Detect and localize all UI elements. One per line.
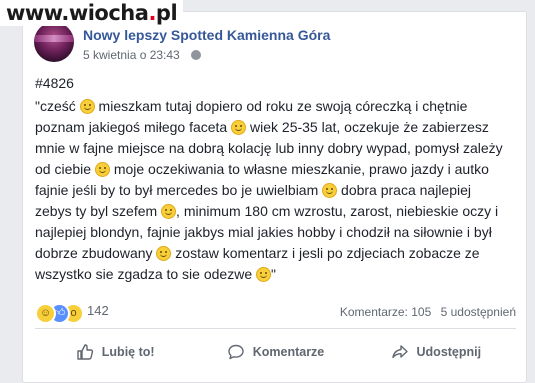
smile-emoji-icon [161, 204, 177, 219]
post-text-fragment: zostaw komentarz i jesli po zdjeciach zo… [171, 245, 480, 261]
comment-button[interactable]: Komentarze [195, 330, 355, 374]
post-text-fragment: zebys ty byl szefem [35, 203, 158, 219]
actions-divider [35, 328, 516, 329]
page-name-link[interactable]: Nowy lepszy Spotted Kamienna Góra [83, 27, 330, 43]
watermark-dot: . [148, 1, 156, 25]
comment-icon [228, 344, 244, 360]
smile-emoji-icon [231, 120, 247, 135]
smile-emoji-icon [94, 162, 110, 177]
public-globe-icon [191, 50, 201, 60]
watermark-tld: pl [155, 1, 178, 25]
shares-count-link[interactable]: 5 udostępnień [441, 305, 516, 319]
page-avatar[interactable] [34, 22, 74, 62]
post-text-fragment: od ciebie [35, 161, 92, 177]
post-text-fragment: moje oczekiwania to własne mieszkanie, p… [109, 161, 489, 177]
engagement-counts: Komentarze: 105 5 udostępnień [340, 305, 516, 319]
post-text-fragment: , minimum 180 cm wzrostu, zarost, niebie… [176, 203, 499, 219]
comments-count-link[interactable]: Komentarze: 105 [340, 305, 431, 319]
smile-emoji-icon [79, 99, 95, 114]
haha-reaction-icon: ☺ [35, 303, 56, 324]
post-card: Nowy lepszy Spotted Kamienna Góra 5 kwie… [22, 11, 527, 383]
smile-emoji-icon [156, 246, 172, 261]
post-text-fragment: wszystko sie zgadza to sie odezwe [35, 266, 253, 282]
post-text-fragment: mieszkam tutaj dopiero od roku ze swoją … [94, 98, 468, 114]
post-text-fragment: mnie w fajne miejsce na dobrą kolację lu… [35, 140, 503, 156]
comment-button-label: Komentarze [252, 345, 325, 359]
post-text-fragment: dobrze zbudowany [35, 245, 153, 261]
thumbs-up-icon [77, 344, 93, 360]
post-text-fragment: " [271, 266, 276, 282]
share-button-label: Udostępnij [416, 345, 482, 359]
post-stats: ☺ 👍︎ o 142 Komentarze: 105 5 udostępnień [35, 300, 516, 324]
reaction-count[interactable]: 142 [87, 303, 109, 318]
post-text-fragment: fajnie jeśli by to był mercedes bo je uw… [35, 182, 319, 198]
post-text-fragment: "cześć [35, 98, 76, 114]
post-text-fragment: poznam jakiegoś miłego faceta [35, 119, 228, 135]
post-text: "cześć mieszkam tutaj dopiero od roku ze… [35, 96, 515, 285]
post-hashtag: #4826 [35, 75, 74, 91]
share-arrow-icon [391, 345, 408, 359]
like-button-label: Lubię to! [101, 345, 155, 359]
smile-emoji-icon [256, 267, 271, 282]
watermark-logo: www.wiocha.pl [0, 0, 184, 26]
smile-emoji-icon [322, 183, 338, 198]
post-timestamp[interactable]: 5 kwietnia o 23:43 [83, 48, 180, 62]
share-button[interactable]: Udostępnij [356, 330, 516, 374]
post-text-fragment: najlepiej blondyn, fajnie jakbys mial ja… [35, 224, 492, 240]
post-text-fragment: wiek 25-35 lat, oczekuje że zabierzesz [246, 119, 489, 135]
post-actions-bar: Lubię to! Komentarze Udostępnij [35, 330, 516, 374]
watermark-text: www.wiocha [6, 1, 149, 25]
like-button[interactable]: Lubię to! [35, 330, 195, 374]
post-text-fragment: dobra praca najlepiej [337, 182, 472, 198]
